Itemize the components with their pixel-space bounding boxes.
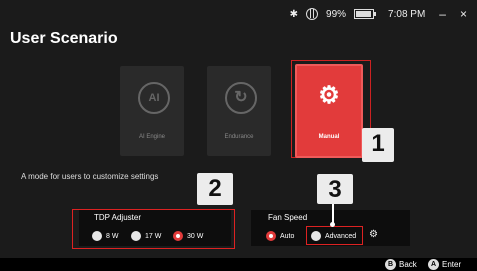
a-button-icon: A — [428, 259, 439, 270]
marker-connector-dot — [330, 222, 335, 227]
fan-option-auto[interactable]: Auto — [266, 231, 294, 241]
fan-title: Fan Speed — [268, 213, 308, 222]
clock: 7:08 PM — [388, 8, 426, 20]
fan-settings-gear-icon[interactable]: ⚙ — [369, 229, 378, 240]
scenario-label: AI Engine — [138, 134, 166, 140]
advanced-highlight — [306, 226, 363, 245]
gear-icon: ⚙ — [318, 82, 340, 109]
globe-icon — [306, 8, 319, 20]
close-button[interactable]: × — [460, 7, 467, 21]
scenario-card-endurance[interactable]: ↻ Endurance — [207, 66, 271, 156]
back-hint[interactable]: B Back — [385, 259, 417, 270]
annotation-marker-3: 3 — [317, 174, 353, 204]
scenario-card-ai-engine[interactable]: AI AI Engine — [120, 66, 184, 156]
annotation-marker-1: 1 — [362, 128, 394, 162]
endurance-icon: ↻ — [225, 82, 257, 114]
radio-selected-icon — [266, 231, 276, 241]
battery-percent: 99% — [326, 8, 347, 20]
page-title: User Scenario — [10, 30, 118, 47]
marker-connector-line — [332, 204, 334, 224]
b-button-icon: B — [385, 259, 396, 270]
enter-hint[interactable]: A Enter — [428, 259, 461, 270]
scenario-label: Manual — [318, 134, 340, 140]
annotation-marker-2: 2 — [197, 173, 233, 205]
battery-icon — [354, 9, 377, 19]
bluetooth-icon: ✱ — [289, 8, 299, 20]
scenario-label: Endurance — [224, 134, 254, 140]
ai-engine-icon: AI — [138, 82, 170, 114]
fan-option-label: Auto — [280, 232, 295, 240]
minimize-button[interactable]: – — [439, 7, 446, 21]
status-bar: ✱ 99% 7:08 PM – × — [282, 6, 467, 22]
scenario-card-manual[interactable]: ⚙ Manual — [295, 64, 363, 158]
footer-bar: B Back A Enter — [0, 258, 477, 271]
back-label: Back — [399, 260, 417, 269]
scenario-description: A mode for users to customize settings — [21, 172, 159, 181]
tdp-highlight — [72, 209, 235, 249]
enter-label: Enter — [442, 260, 462, 269]
